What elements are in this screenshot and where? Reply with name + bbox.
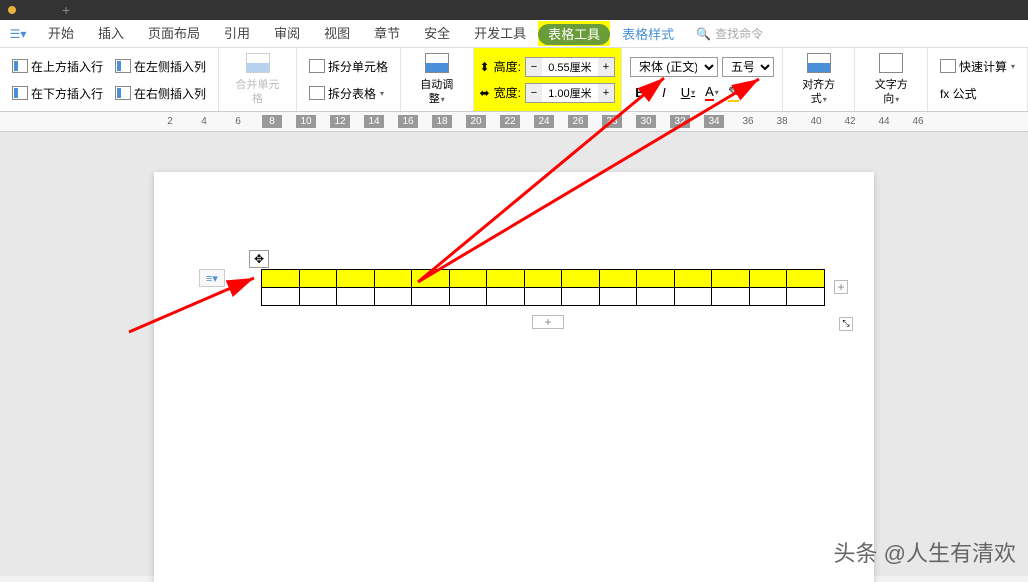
split-cells-button[interactable]: 拆分单元格 [305, 56, 392, 77]
page: ≡▾ ✥ + + ⤡ [154, 172, 874, 582]
menu-bar: ☰▾ 开始 插入 页面布局 引用 审阅 视图 章节 安全 开发工具 表格工具 表… [0, 20, 1028, 48]
ruler-mark: 30 [636, 115, 656, 128]
ruler-mark: 32 [670, 115, 690, 128]
ruler-mark: 10 [296, 115, 316, 128]
table-resize-handle[interactable]: ⤡ [839, 317, 853, 331]
paragraph-button[interactable]: ≡▾ [199, 269, 225, 287]
bold-button[interactable]: B [630, 83, 650, 103]
italic-button[interactable]: I [654, 83, 674, 103]
width-label: 宽度: [494, 84, 521, 101]
menu-table-style[interactable]: 表格样式 [610, 24, 686, 43]
menu-view[interactable]: 视图 [312, 20, 362, 48]
height-minus[interactable]: − [526, 58, 542, 76]
ruler-mark: 46 [908, 116, 928, 127]
height-plus[interactable]: + [598, 58, 614, 76]
width-icon: ⬌ [480, 86, 490, 100]
split-cells-icon [309, 59, 325, 73]
width-minus[interactable]: − [526, 84, 542, 102]
height-spinner[interactable]: − + [525, 57, 615, 77]
merge-cells-button: 合并单元格 [227, 53, 288, 107]
underline-button[interactable]: U▾ [678, 83, 698, 103]
ruler-mark: 22 [500, 115, 520, 128]
title-bar: + [0, 0, 1028, 20]
menu-security[interactable]: 安全 [412, 20, 462, 48]
align-icon [807, 53, 831, 73]
app-menu-icon[interactable]: ☰▾ [0, 27, 36, 41]
autofit-button[interactable]: 自动调整▾ [409, 53, 465, 107]
width-input[interactable] [542, 84, 598, 102]
text-direction-button[interactable]: 文字方向▾ [863, 53, 919, 107]
ruler-mark: 2 [160, 116, 180, 127]
menu-table-tools[interactable]: 表格工具 [538, 24, 610, 45]
autofit-icon [425, 53, 449, 73]
col-left-icon [115, 59, 131, 73]
command-search[interactable]: 🔍 查找命令 [696, 25, 763, 42]
ruler-mark: 28 [602, 115, 622, 128]
insert-row-below-button[interactable]: 在下方插入行 [8, 83, 107, 104]
calc-icon [940, 59, 956, 73]
ruler-mark: 6 [228, 116, 248, 127]
add-row-button[interactable]: + [532, 315, 564, 329]
table-row[interactable] [262, 288, 825, 306]
ruler-mark: 44 [874, 116, 894, 127]
height-input[interactable] [542, 58, 598, 76]
width-spinner[interactable]: − + [525, 83, 615, 103]
width-plus[interactable]: + [598, 84, 614, 102]
height-icon: ⬍ [480, 60, 490, 74]
search-placeholder: 查找命令 [715, 25, 763, 42]
ruler-mark: 38 [772, 116, 792, 127]
menu-chapter[interactable]: 章节 [362, 20, 412, 48]
highlight-wrap: 表格工具 [538, 21, 610, 46]
formula-button[interactable]: fx 公式 [936, 83, 1019, 104]
align-button[interactable]: 对齐方式▾ [791, 53, 847, 107]
col-right-icon [115, 86, 131, 100]
ruler-mark: 18 [432, 115, 452, 128]
highlight-button[interactable]: ✎▾ [726, 83, 746, 103]
menu-layout[interactable]: 页面布局 [136, 20, 212, 48]
page-area: ≡▾ ✥ + + ⤡ [0, 132, 1028, 576]
font-color-button[interactable]: A▾ [702, 83, 722, 103]
size-group: ⬍ 高度: − + ⬌ 宽度: − + [474, 48, 622, 111]
window-dot [8, 6, 16, 14]
menu-review[interactable]: 审阅 [262, 20, 312, 48]
insert-col-right-button[interactable]: 在右侧插入列 [111, 83, 210, 104]
ruler-mark: 8 [262, 115, 282, 128]
add-column-button[interactable]: + [834, 280, 848, 294]
textdir-icon [879, 53, 903, 73]
height-label: 高度: [494, 58, 521, 75]
quick-calc-button[interactable]: 快速计算▾ [936, 56, 1019, 77]
font-size-select[interactable]: 五号 [722, 57, 774, 77]
menu-references[interactable]: 引用 [212, 20, 262, 48]
ruler-mark: 42 [840, 116, 860, 127]
document-table[interactable] [261, 269, 825, 306]
ruler-mark: 20 [466, 115, 486, 128]
menu-start[interactable]: 开始 [36, 20, 86, 48]
ruler-mark: 26 [568, 115, 588, 128]
table-move-handle[interactable]: ✥ [249, 250, 269, 268]
watermark: 头条 @人生有清欢 [834, 536, 1016, 568]
ruler-mark: 40 [806, 116, 826, 127]
row-above-icon [12, 59, 28, 73]
ruler-mark: 4 [194, 116, 214, 127]
menu-insert[interactable]: 插入 [86, 20, 136, 48]
insert-row-above-button[interactable]: 在上方插入行 [8, 56, 107, 77]
ruler-mark: 12 [330, 115, 350, 128]
menu-dev[interactable]: 开发工具 [462, 20, 538, 48]
split-table-icon [309, 86, 325, 100]
ruler-mark: 24 [534, 115, 554, 128]
new-tab-button[interactable]: + [62, 2, 70, 18]
split-table-button[interactable]: 拆分表格▾ [305, 83, 392, 104]
ruler-mark: 16 [398, 115, 418, 128]
row-below-icon [12, 86, 28, 100]
ribbon: 在上方插入行 在左侧插入列 在下方插入行 在右侧插入列 合并单元格 拆分单元格 … [0, 48, 1028, 112]
search-icon: 🔍 [696, 27, 711, 41]
font-name-select[interactable]: 宋体 (正文) [630, 57, 718, 77]
ruler-mark: 36 [738, 116, 758, 127]
ruler: 2468101214161820222426283032343638404244… [0, 112, 1028, 132]
merge-icon [246, 53, 270, 73]
insert-col-left-button[interactable]: 在左侧插入列 [111, 56, 210, 77]
table-row[interactable] [262, 270, 825, 288]
ruler-mark: 14 [364, 115, 384, 128]
ruler-mark: 34 [704, 115, 724, 128]
